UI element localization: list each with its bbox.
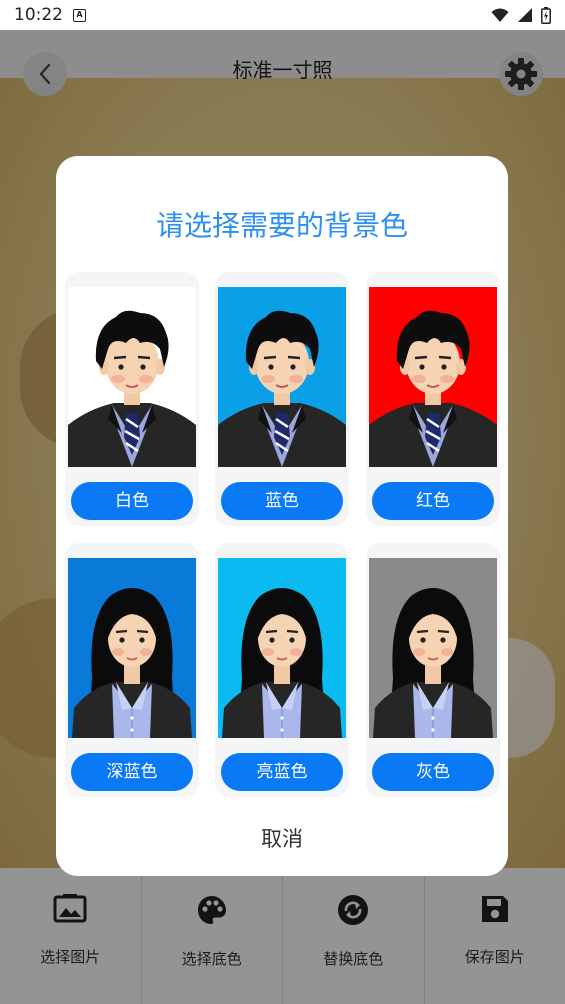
notification-icon: A xyxy=(73,8,86,22)
blue-button[interactable]: 蓝色 xyxy=(221,482,343,520)
photo-sample[interactable] xyxy=(68,287,196,467)
photo-sample[interactable] xyxy=(369,558,497,738)
light-blue-button[interactable]: 亮蓝色 xyxy=(221,753,343,791)
gray-button[interactable]: 灰色 xyxy=(372,753,494,791)
color-option-white[interactable]: 白色 xyxy=(65,272,199,526)
cancel-button[interactable]: 取消 xyxy=(232,822,332,856)
wifi-icon xyxy=(491,8,509,22)
color-option-dark-blue[interactable]: 深蓝色 xyxy=(65,543,199,797)
dialog-title: 请选择需要的背景色 xyxy=(155,209,408,242)
status-time: 10:22 xyxy=(14,5,63,25)
status-bar: 10:22 A xyxy=(0,0,565,30)
red-button[interactable]: 红色 xyxy=(372,482,494,520)
dark-blue-button[interactable]: 深蓝色 xyxy=(71,753,193,791)
photo-sample[interactable] xyxy=(369,287,497,467)
color-option-blue[interactable]: 蓝色 xyxy=(215,272,349,526)
color-option-red[interactable]: 红色 xyxy=(366,272,500,526)
battery-icon xyxy=(541,6,551,24)
color-option-gray[interactable]: 灰色 xyxy=(366,543,500,797)
color-option-light-blue[interactable]: 亮蓝色 xyxy=(215,543,349,797)
white-button[interactable]: 白色 xyxy=(71,482,193,520)
photo-sample[interactable] xyxy=(68,558,196,738)
signal-icon xyxy=(518,8,532,22)
background-color-dialog: 请选择需要的背景色 白色 蓝色 红色 深蓝色 亮蓝色 灰色 取消 xyxy=(56,156,508,876)
photo-sample[interactable] xyxy=(218,287,346,467)
photo-sample[interactable] xyxy=(218,558,346,738)
